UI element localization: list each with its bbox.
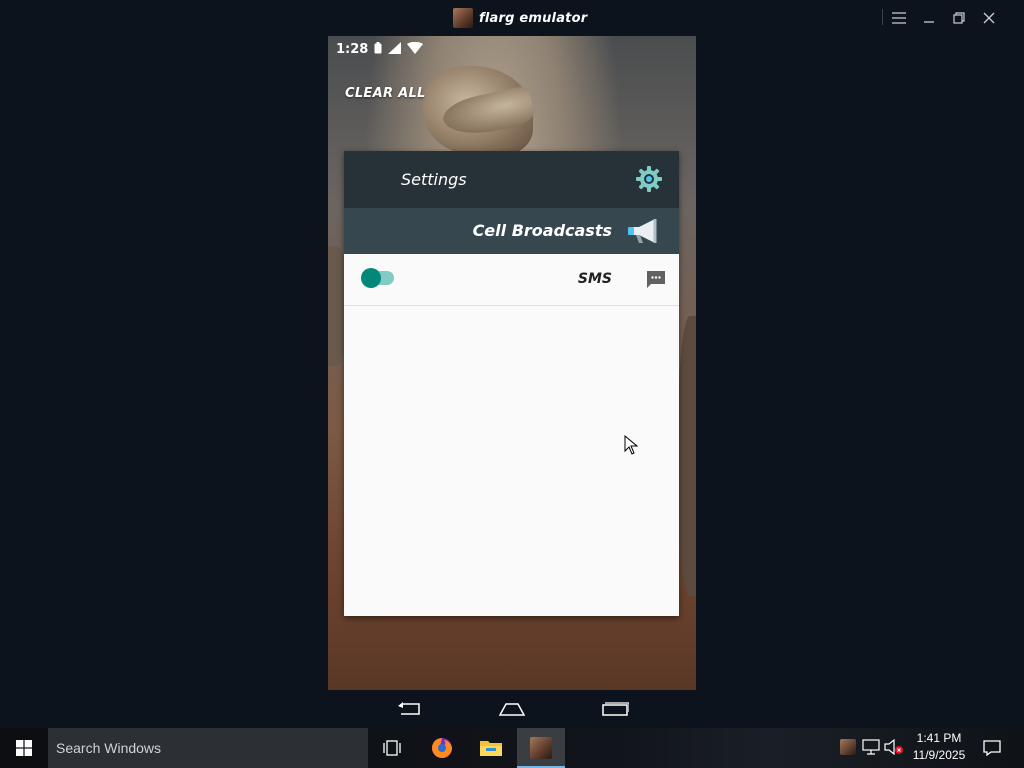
file-explorer-icon[interactable] [467, 728, 515, 768]
close-icon[interactable] [974, 6, 1004, 30]
megaphone-icon [628, 219, 657, 243]
firefox-icon[interactable] [418, 728, 466, 768]
recents-icon[interactable] [601, 702, 629, 716]
title-bar: flarg emulator [0, 0, 1024, 36]
signal-icon [388, 41, 402, 57]
start-button[interactable] [0, 728, 48, 768]
taskbar-search-input[interactable]: Search Windows [48, 728, 368, 768]
task-view-icon[interactable] [368, 728, 416, 768]
network-icon[interactable] [862, 739, 880, 755]
windows-taskbar: Search Windows 1:41 PM 11/9/2025 [0, 728, 1024, 768]
tray-flarg-icon[interactable] [840, 739, 856, 755]
sms-label: SMS [577, 271, 612, 287]
status-time: 1:28 [336, 41, 369, 57]
flarg-app-icon [453, 8, 473, 28]
chat-icon [647, 271, 665, 288]
battery-icon [374, 41, 382, 57]
minimize-icon[interactable] [914, 6, 944, 30]
toggle-knob [361, 268, 381, 288]
action-center-icon[interactable] [980, 728, 1004, 768]
taskbar-clock[interactable]: 1:41 PM 11/9/2025 [900, 730, 978, 766]
back-icon[interactable] [395, 702, 423, 716]
window-title: flarg emulator [479, 10, 588, 26]
home-icon[interactable] [498, 702, 526, 716]
wifi-icon [407, 41, 424, 57]
wallpaper-rock [678, 316, 696, 596]
mouse-cursor-icon [624, 435, 638, 455]
clear-all-button[interactable]: CLEAR ALL [345, 86, 426, 101]
search-placeholder: Search Windows [56, 740, 162, 756]
notification-card: Settings Cell Broadcasts SMS [344, 151, 679, 616]
window-controls [884, 6, 1004, 30]
wallpaper-skull [423, 66, 536, 156]
card-header[interactable]: Settings [344, 151, 679, 208]
cell-broadcasts-row[interactable]: Cell Broadcasts [344, 208, 679, 254]
cell-broadcasts-label: Cell Broadcasts [472, 221, 612, 240]
flarg-emulator-icon[interactable] [517, 728, 565, 768]
restore-icon[interactable] [944, 6, 974, 30]
flarg-taskbar-thumbnail [530, 737, 552, 759]
clock-time: 1:41 PM [916, 731, 962, 745]
gear-icon[interactable] [635, 165, 663, 193]
sms-toggle[interactable] [361, 268, 394, 288]
clock-date: 11/9/2025 [912, 748, 966, 762]
window-title-group: flarg emulator [453, 8, 587, 28]
status-bar: 1:28 [336, 41, 424, 57]
titlebar-divider [882, 9, 883, 25]
windows-logo-icon [16, 740, 32, 756]
phone-screen: 1:28 CLEAR ALL Settings Cell Broadcasts … [328, 36, 696, 690]
settings-title: Settings [401, 170, 467, 189]
wallpaper-beak [440, 85, 536, 141]
menu-icon[interactable] [884, 6, 914, 30]
android-nav-bar [328, 690, 696, 728]
sms-row[interactable]: SMS [344, 254, 679, 306]
